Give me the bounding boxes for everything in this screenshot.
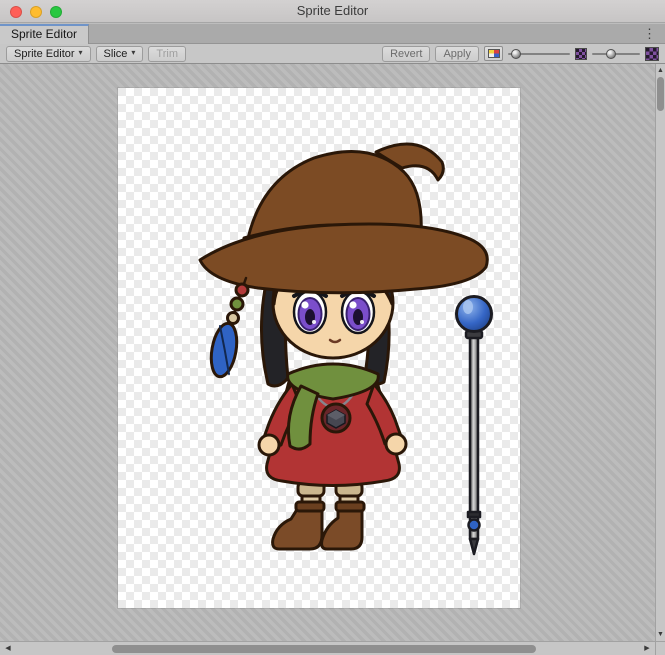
horizontal-scrollbar[interactable]: ◀ ▶: [0, 641, 655, 655]
pane-menu-icon[interactable]: ⋮: [643, 25, 656, 43]
rgb-alpha-toggle-button[interactable]: [484, 46, 503, 61]
chevron-down-icon: ▾: [79, 48, 83, 57]
traffic-lights: [10, 6, 62, 18]
rgb-color-icon: [488, 49, 500, 58]
tab-bar: Sprite Editor ⋮: [0, 24, 665, 44]
apply-button[interactable]: Apply: [435, 46, 479, 62]
toolbar: Sprite Editor ▾ Slice ▾ Trim Revert Appl…: [0, 44, 665, 64]
slice-dropdown[interactable]: Slice ▾: [96, 46, 144, 62]
minimize-button[interactable]: [30, 6, 42, 18]
close-button[interactable]: [10, 6, 22, 18]
character-sprite: [200, 144, 487, 549]
scroll-right-arrow-icon[interactable]: ▶: [641, 642, 653, 655]
texture-canvas[interactable]: [118, 88, 520, 608]
staff-sprite: [457, 297, 492, 555]
scroll-down-arrow-icon[interactable]: ▼: [656, 629, 665, 640]
zoom-slider-knob[interactable]: [511, 49, 521, 59]
mode-dropdown-label: Sprite Editor: [14, 48, 75, 60]
title-bar[interactable]: Sprite Editor: [0, 0, 665, 23]
zoom-window-button[interactable]: [50, 6, 62, 18]
sprite-image: [118, 88, 520, 608]
zoom-slider[interactable]: [508, 47, 570, 61]
revert-button[interactable]: Revert: [382, 46, 430, 62]
vertical-scrollbar[interactable]: ▲ ▼: [655, 64, 665, 641]
vertical-scrollbar-thumb[interactable]: [657, 77, 664, 111]
scroll-up-arrow-icon[interactable]: ▲: [656, 65, 665, 76]
canvas-area[interactable]: [0, 64, 655, 641]
horizontal-scrollbar-thumb[interactable]: [112, 645, 536, 653]
mip-slider-track: [592, 53, 640, 55]
mip-slider[interactable]: [592, 47, 640, 61]
mip-slider-knob[interactable]: [606, 49, 616, 59]
tab-sprite-editor[interactable]: Sprite Editor: [0, 24, 89, 44]
scroll-left-arrow-icon[interactable]: ◀: [2, 642, 14, 655]
chevron-down-icon: ▾: [131, 48, 135, 57]
mip-small-icon: [575, 48, 587, 60]
mip-large-icon: [645, 47, 659, 61]
sprite-editor-mode-dropdown[interactable]: Sprite Editor ▾: [6, 46, 91, 62]
window-title: Sprite Editor: [0, 0, 665, 22]
scrollbar-corner: [655, 641, 665, 655]
trim-button[interactable]: Trim: [148, 46, 186, 62]
slice-dropdown-label: Slice: [104, 48, 128, 60]
